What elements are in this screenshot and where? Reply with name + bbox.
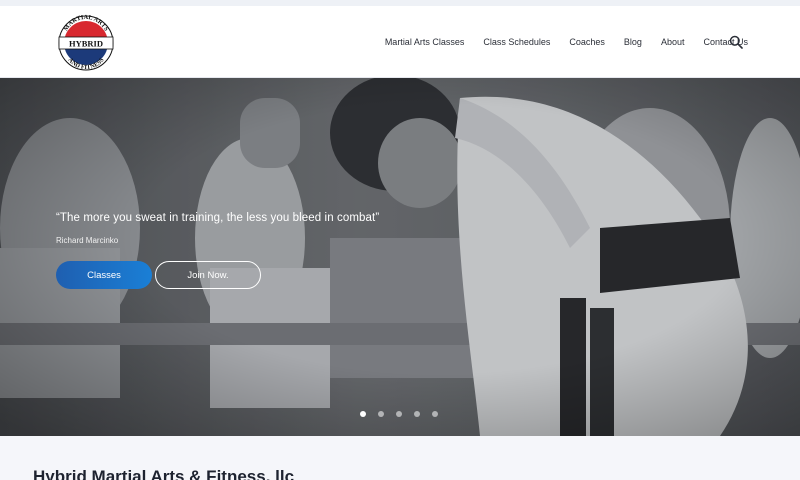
hero-slider: “The more you sweat in training, the les… bbox=[0, 78, 800, 436]
nav-item-about[interactable]: About bbox=[661, 37, 685, 47]
slider-pagination bbox=[360, 411, 438, 417]
nav-item-blog[interactable]: Blog bbox=[624, 37, 642, 47]
logo-text-middle: HYBRID bbox=[69, 38, 103, 48]
slide-dot-4[interactable] bbox=[414, 411, 420, 417]
join-now-button[interactable]: Join Now. bbox=[155, 261, 261, 289]
hero-background-image bbox=[0, 78, 800, 436]
company-heading: Hybrid Martial Arts & Fitness, llc bbox=[33, 467, 295, 480]
nav-item-martial-arts-classes[interactable]: Martial Arts Classes bbox=[385, 37, 465, 47]
slide-dot-3[interactable] bbox=[396, 411, 402, 417]
search-icon[interactable] bbox=[729, 35, 743, 49]
nav-item-class-schedules[interactable]: Class Schedules bbox=[483, 37, 550, 47]
hero-quote: “The more you sweat in training, the les… bbox=[56, 212, 380, 224]
slide-dot-2[interactable] bbox=[378, 411, 384, 417]
classes-button[interactable]: Classes bbox=[56, 261, 152, 289]
nav-item-coaches[interactable]: Coaches bbox=[569, 37, 605, 47]
slide-dot-5[interactable] bbox=[432, 411, 438, 417]
site-header: MARTIAL ARTS HYBRID AND FITNESS Martial … bbox=[0, 6, 800, 78]
main-nav: Martial Arts Classes Class Schedules Coa… bbox=[366, 6, 748, 78]
logo-emblem: MARTIAL ARTS HYBRID AND FITNESS bbox=[58, 14, 114, 71]
hero-quote-author: Richard Marcinko bbox=[56, 236, 119, 245]
slide-dot-1[interactable] bbox=[360, 411, 366, 417]
brand-logo[interactable]: MARTIAL ARTS HYBRID AND FITNESS bbox=[56, 12, 116, 74]
